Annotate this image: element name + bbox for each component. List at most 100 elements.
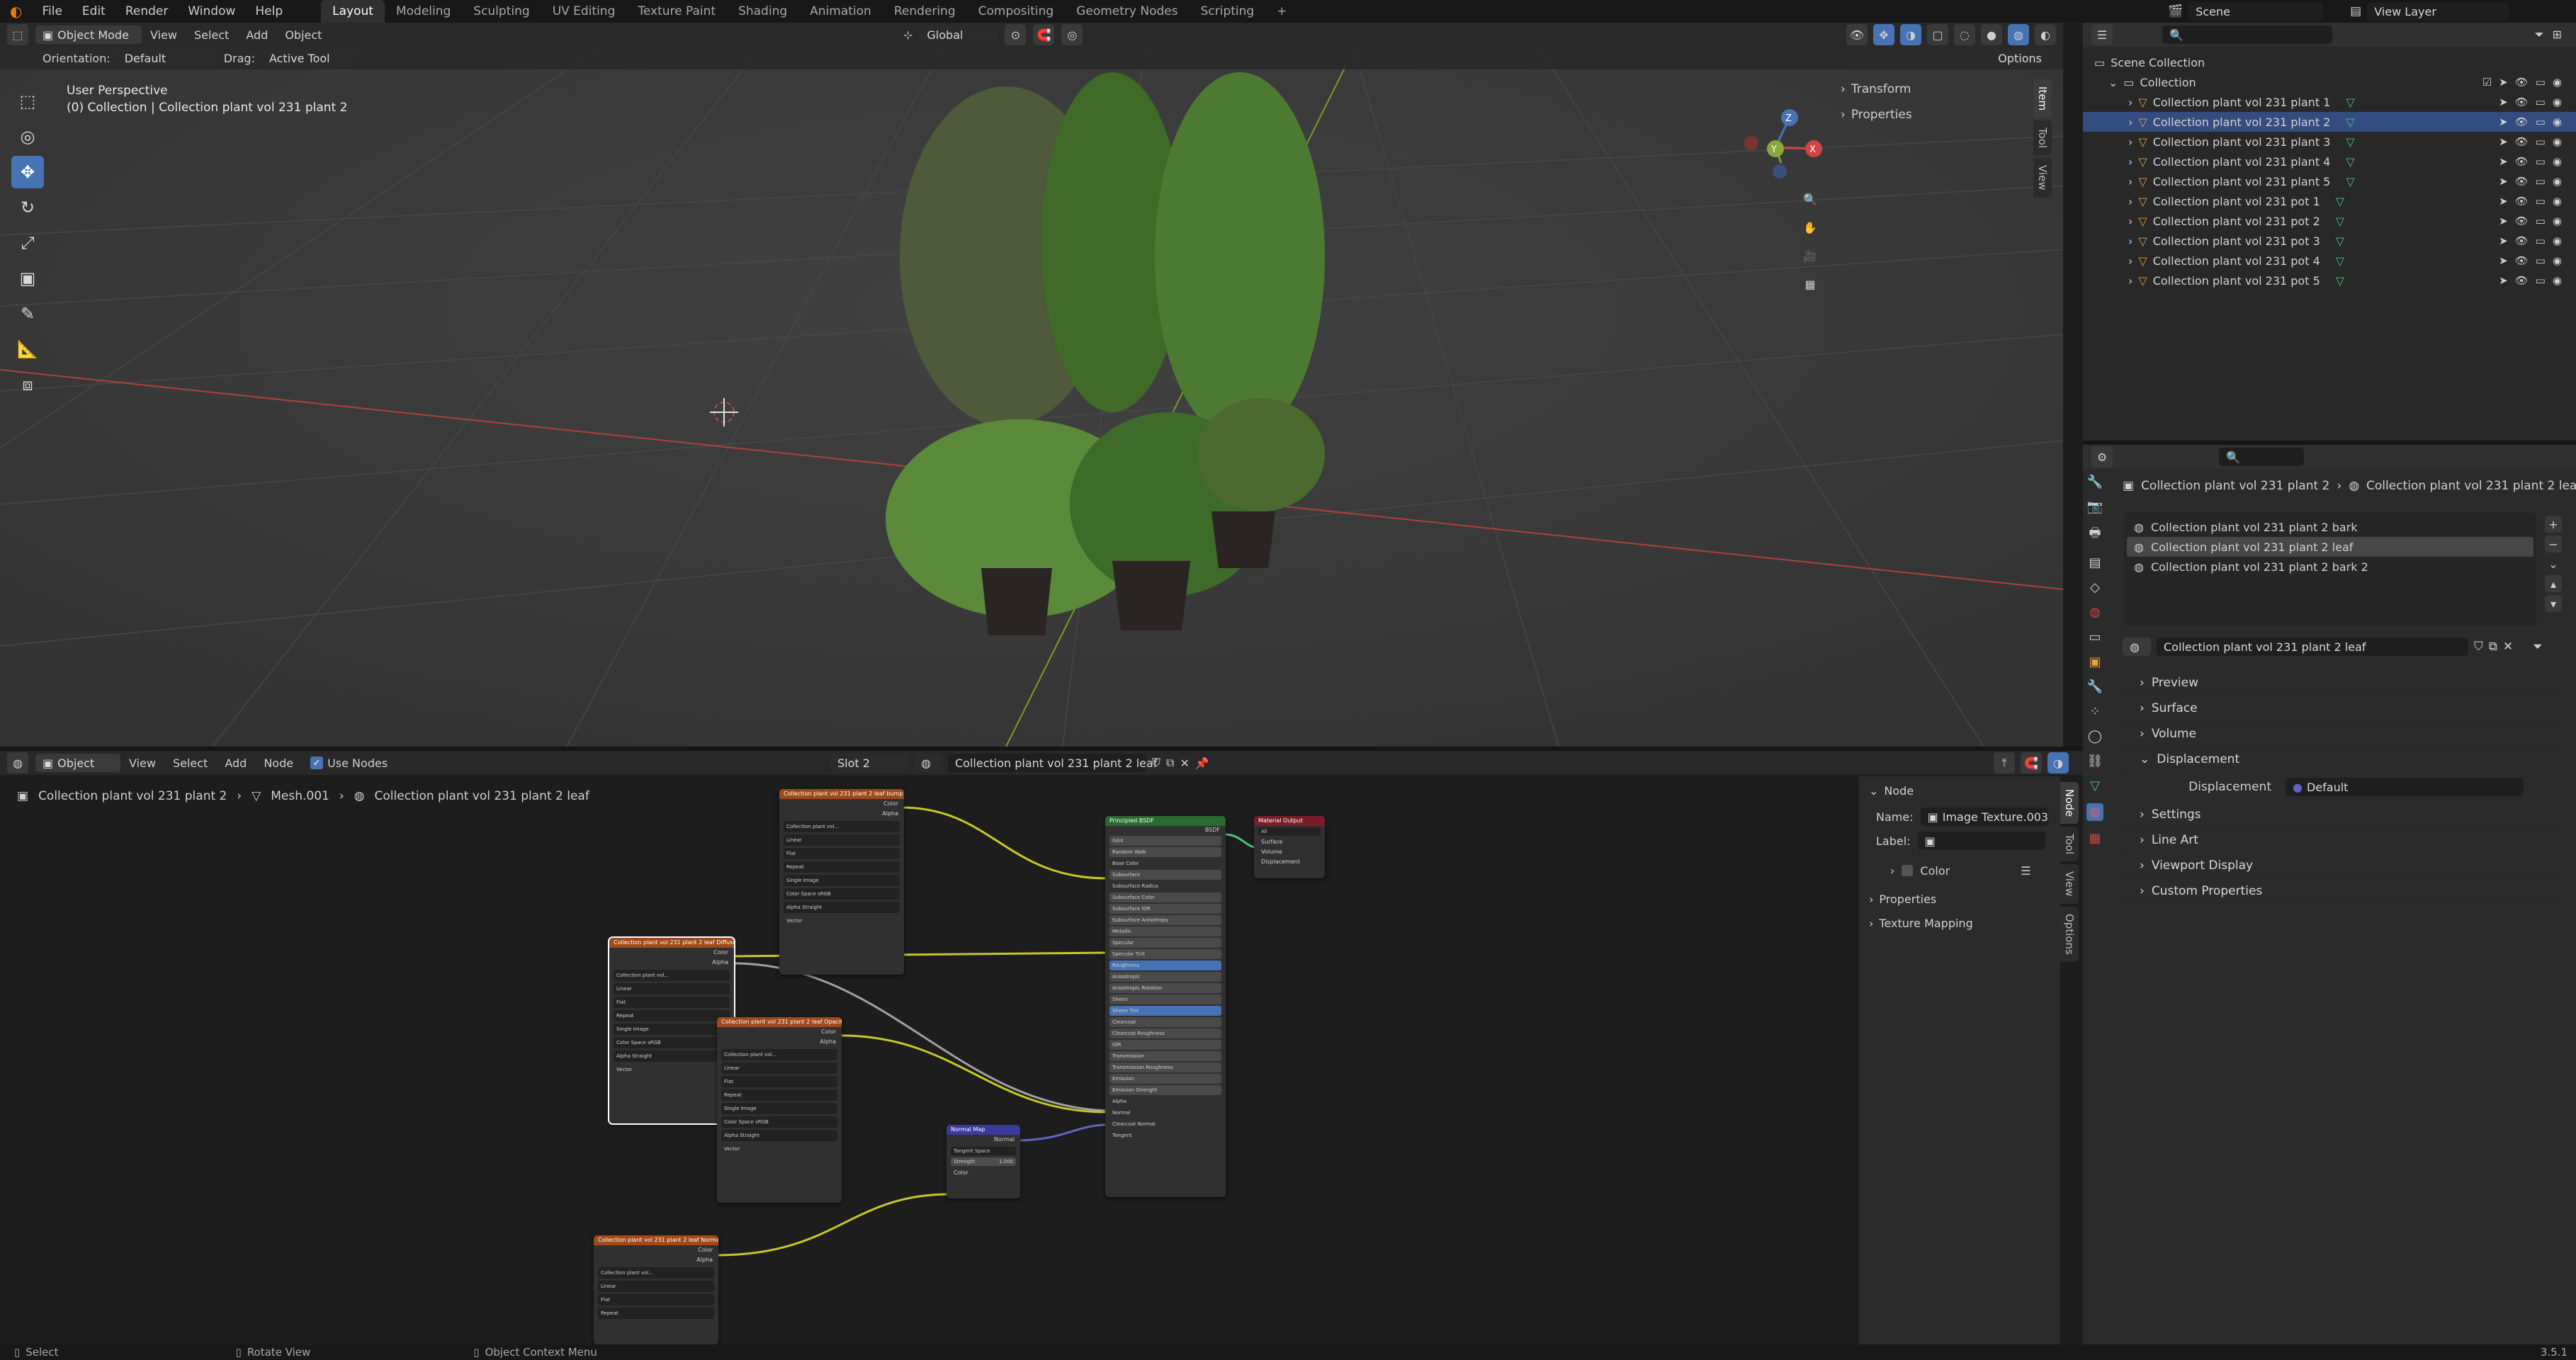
extension-field[interactable]: Repeat [598, 1308, 714, 1319]
chevron-right-icon[interactable]: › [2128, 195, 2132, 208]
outliner-item[interactable]: › ▽ Collection plant vol 231 plant 4 ▽ ➤ 👁 ▭ ◉ [2083, 152, 2576, 171]
bsdf-input-row[interactable]: Base Color [1109, 858, 1221, 868]
projection-field[interactable]: Flat [784, 848, 900, 859]
view-layer-tab-icon[interactable]: ▤ [2089, 555, 2101, 570]
bsdf-input-row[interactable]: Anisotropic [1109, 972, 1221, 982]
material-datablock-field[interactable]: Collection plant vol 231 plant 2 leaf [2157, 638, 2468, 656]
camera-icon[interactable]: ◉ [2553, 195, 2562, 208]
editor-type-properties-icon[interactable]: ⚙ [2091, 446, 2113, 468]
interpolation-field[interactable]: Linear [598, 1281, 714, 1292]
world-tab-icon[interactable]: ◍ [2089, 605, 2101, 620]
select-box-tool-icon[interactable]: ⬚ [11, 85, 44, 118]
camera-view-icon[interactable]: 🎥 [1800, 245, 1821, 266]
view-layer-selector[interactable]: View Layer [2367, 2, 2509, 21]
bsdf-input-row[interactable]: Subsurface [1109, 870, 1221, 880]
output-tab-icon[interactable]: 🖶 [2089, 524, 2101, 545]
duplicate-material-icon[interactable]: ⧉ [2489, 640, 2497, 654]
chevron-right-icon[interactable]: › [2128, 254, 2132, 268]
modifier-tab-icon[interactable]: 🔧 [2087, 679, 2103, 694]
eye-icon[interactable]: 👁 [2515, 215, 2529, 227]
transform-space-selector[interactable]: Global [920, 26, 998, 44]
outliner-scene-collection[interactable]: ▭ Scene Collection [2083, 52, 2576, 72]
bsdf-input-row[interactable]: Specular Tint [1109, 949, 1221, 959]
select-arrow-icon[interactable]: ➤ [2499, 175, 2508, 188]
side-tab-item[interactable]: Item [2033, 79, 2052, 118]
eye-icon[interactable]: 👁 [2515, 175, 2529, 188]
chevron-right-icon[interactable]: › [2128, 234, 2132, 248]
select-arrow-icon[interactable]: ➤ [2499, 135, 2508, 148]
xray-icon[interactable]: ▢ [1927, 24, 1948, 45]
bsdf-input-row[interactable]: Clearcoat Normal [1109, 1119, 1221, 1129]
scale-tool-icon[interactable]: ⤢ [11, 227, 44, 259]
gizmo-toggle-icon[interactable]: ✥ [1873, 24, 1894, 45]
side-tab-view[interactable]: View [2033, 158, 2052, 198]
editor-type-outliner-icon[interactable]: ☰ [2091, 24, 2113, 45]
monitor-icon[interactable]: ▭ [2536, 175, 2546, 188]
checkbox-checked-icon[interactable]: ☑ [2482, 76, 2492, 89]
image-texture-node-normal[interactable]: Collection plant vol 231 plant 2 leaf No… [594, 1235, 718, 1344]
node-tab-tool[interactable]: Tool [2060, 827, 2079, 862]
eye-icon[interactable]: 👁 [2515, 115, 2529, 128]
transform-tool-icon[interactable]: ▣ [11, 262, 44, 295]
outliner-item[interactable]: › ▽ Collection plant vol 231 pot 1 ▽ ➤ 👁 ▭ ◉ [2083, 191, 2576, 211]
monitor-icon[interactable]: ▭ [2536, 215, 2546, 227]
viewport-3d[interactable]: ⬚ ▣ Object Mode View Select Add Object ⊹ … [0, 23, 2063, 747]
select-arrow-icon[interactable]: ➤ [2499, 155, 2508, 168]
select-arrow-icon[interactable]: ➤ [2499, 254, 2508, 267]
workspace-tab-rendering[interactable]: Rendering [883, 0, 967, 23]
eye-icon[interactable]: 👁 [2515, 135, 2529, 148]
bsdf-input-row[interactable]: Roughness [1109, 960, 1221, 970]
material-slot[interactable]: ◍ Collection plant vol 231 plant 2 bark 2 [2127, 557, 2533, 577]
alpha-field[interactable]: Alpha Straight [784, 902, 900, 913]
outliner-item[interactable]: › ▽ Collection plant vol 231 pot 2 ▽ ➤ 👁 ▭ ◉ [2083, 211, 2576, 231]
rotate-tool-icon[interactable]: ↻ [11, 191, 44, 224]
bsdf-input-row[interactable]: Tangent [1109, 1130, 1221, 1140]
alpha-field[interactable]: Alpha Straight [614, 1050, 730, 1062]
interpolation-field[interactable]: Linear [784, 834, 900, 846]
normal-map-node[interactable]: Normal Map Normal Tangent Space Strength… [947, 1125, 1020, 1198]
checkbox-icon[interactable] [1902, 865, 1914, 876]
add-slot-icon[interactable]: + [2545, 516, 2562, 533]
zoom-icon[interactable]: 🔍 [1800, 188, 1821, 210]
visibility-icon[interactable]: 👁 [1846, 24, 1868, 45]
chevron-right-icon[interactable]: › [2128, 135, 2132, 149]
workspace-tab-sculpting[interactable]: Sculpting [462, 0, 541, 23]
drag-selector[interactable]: Active Tool [261, 49, 354, 67]
workspace-tab-layout[interactable]: Layout [321, 0, 385, 23]
panel-settings[interactable]: › Settings [2123, 802, 2562, 827]
camera-icon[interactable]: ◉ [2553, 115, 2562, 128]
monitor-icon[interactable]: ▭ [2536, 76, 2546, 89]
select-arrow-icon[interactable]: ➤ [2499, 195, 2508, 208]
options-button[interactable]: Options [1991, 49, 2049, 67]
move-tool-icon[interactable]: ✥ [11, 156, 44, 188]
extension-field[interactable]: Repeat [721, 1089, 837, 1101]
monitor-icon[interactable]: ▭ [2536, 274, 2546, 287]
camera-icon[interactable]: ◉ [2553, 254, 2562, 267]
filter-icon[interactable]: ⏷ [2533, 640, 2543, 654]
bsdf-input-row[interactable]: Subsurface Anisotropy [1109, 915, 1221, 925]
add-workspace-button[interactable]: + [1265, 0, 1298, 23]
workspace-tab-uv-editing[interactable]: UV Editing [541, 0, 627, 23]
viewport-menu-object[interactable]: Object [276, 28, 330, 42]
menu-file[interactable]: File [32, 4, 72, 18]
camera-icon[interactable]: ◉ [2553, 175, 2562, 188]
select-arrow-icon[interactable]: ➤ [2499, 274, 2508, 287]
outliner-item[interactable]: › ▽ Collection plant vol 231 plant 3 ▽ ➤ 👁 ▭ ◉ [2083, 132, 2576, 152]
output-target-field[interactable]: All [1258, 827, 1321, 836]
filter-icon[interactable]: ⏷ [2535, 28, 2544, 42]
displacement-field[interactable]: ● Default [2286, 778, 2524, 796]
workspace-tab-animation[interactable]: Animation [798, 0, 883, 23]
panel-custom-properties[interactable]: › Custom Properties [2123, 878, 2562, 904]
menu-help[interactable]: Help [245, 4, 293, 18]
bsdf-input-row[interactable]: Alpha [1109, 1096, 1221, 1106]
color-space-field[interactable]: Color Space sRGB [614, 1037, 730, 1048]
chevron-right-icon[interactable]: › [2128, 215, 2132, 228]
n-panel-transform[interactable]: › Transform [1841, 76, 2032, 102]
monitor-icon[interactable]: ▭ [2536, 234, 2546, 247]
outliner-item[interactable]: › ▽ Collection plant vol 231 plant 1 ▽ ➤ 👁 ▭ ◉ [2083, 92, 2576, 112]
select-arrow-icon[interactable]: ➤ [2499, 234, 2508, 247]
image-file-field[interactable]: Collection plant vol... [598, 1267, 714, 1279]
camera-icon[interactable]: ◉ [2553, 234, 2562, 247]
outliner-item[interactable]: › ▽ Collection plant vol 231 plant 5 ▽ ➤ 👁 ▭ ◉ [2083, 171, 2576, 191]
new-collection-icon[interactable]: ⊞ [2553, 28, 2562, 42]
